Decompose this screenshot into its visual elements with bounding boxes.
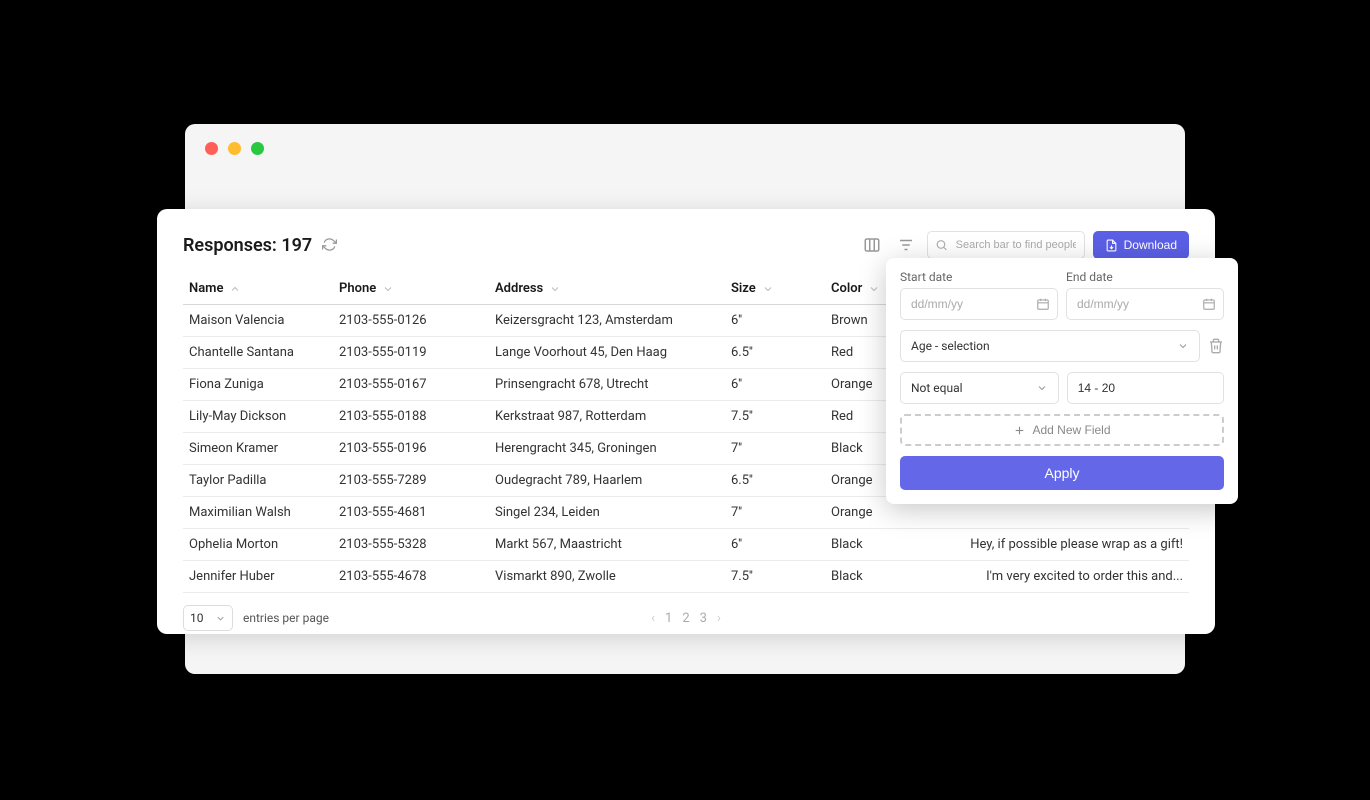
cell-phone: 2103-555-0188 [333,401,489,433]
cell-size: 7.5'' [725,401,825,433]
cell-name: Jennifer Huber [183,561,333,593]
cell-notes: I'm very excited to order this and... [925,561,1189,593]
end-date-label: End date [1066,270,1224,284]
browser-titlebar [185,124,1185,172]
filter-field-select[interactable]: Age - selection [900,330,1200,362]
cell-name: Simeon Kramer [183,433,333,465]
cell-phone: 2103-555-0167 [333,369,489,401]
filter-operator-select[interactable]: Not equal [900,372,1059,404]
chevron-down-icon [1177,340,1189,352]
cell-size: 6'' [725,305,825,337]
entries-per-page-select[interactable]: 10 [183,605,233,631]
window-minimize-icon[interactable] [228,142,241,155]
download-icon [1105,239,1118,252]
chevron-down-icon [215,613,226,624]
cell-address: Prinsengracht 678, Utrecht [489,369,725,401]
sort-asc-icon [229,283,241,295]
cell-address: Singel 234, Leiden [489,497,725,529]
cell-phone: 2103-555-4681 [333,497,489,529]
table-footer: 10 entries per page ‹ 1 2 3 › [183,605,1189,631]
start-date-input[interactable] [900,288,1058,320]
cell-address: Kerkstraat 987, Rotterdam [489,401,725,433]
window-maximize-icon[interactable] [251,142,264,155]
panel-header: Responses: 197 [183,231,1189,259]
cell-name: Maison Valencia [183,305,333,337]
cell-address: Oudegracht 789, Haarlem [489,465,725,497]
plus-icon [1013,424,1026,437]
sort-icon [762,283,774,295]
cell-phone: 2103-555-5328 [333,529,489,561]
download-button[interactable]: Download [1093,231,1189,259]
cell-name: Maximilian Walsh [183,497,333,529]
calendar-icon[interactable] [1202,297,1216,311]
cell-address: Herengracht 345, Groningen [489,433,725,465]
calendar-icon[interactable] [1036,297,1050,311]
sort-icon [382,283,394,295]
filter-icon[interactable] [893,232,919,258]
cell-size: 7'' [725,433,825,465]
cell-size: 6'' [725,369,825,401]
cell-address: Markt 567, Maastricht [489,529,725,561]
cell-name: Lily-May Dickson [183,401,333,433]
cell-notes: Hey, if possible please wrap as a gift! [925,529,1189,561]
column-header-phone[interactable]: Phone [339,281,483,296]
cell-phone: 2103-555-4678 [333,561,489,593]
cell-phone: 2103-555-0126 [333,305,489,337]
search-input[interactable] [927,231,1085,259]
columns-icon[interactable] [859,232,885,258]
end-date-input[interactable] [1066,288,1224,320]
cell-size: 6.5'' [725,337,825,369]
cell-name: Fiona Zuniga [183,369,333,401]
column-header-name[interactable]: Name [189,281,327,296]
cell-color: Black [825,561,925,593]
window-close-icon[interactable] [205,142,218,155]
sort-icon [868,283,880,295]
cell-name: Chantelle Santana [183,337,333,369]
cell-address: Vismarkt 890, Zwolle [489,561,725,593]
cell-phone: 2103-555-7289 [333,465,489,497]
table-row[interactable]: Ophelia Morton2103-555-5328Markt 567, Ma… [183,529,1189,561]
cell-color: Black [825,529,925,561]
cell-address: Lange Voorhout 45, Den Haag [489,337,725,369]
column-header-address[interactable]: Address [495,281,719,296]
pagination-page[interactable]: 1 [665,611,672,626]
cell-phone: 2103-555-0196 [333,433,489,465]
trash-icon[interactable] [1208,338,1224,354]
start-date-label: Start date [900,270,1058,284]
pagination-next-icon[interactable]: › [717,611,721,626]
cell-size: 6.5'' [725,465,825,497]
cell-size: 7.5'' [725,561,825,593]
column-header-size[interactable]: Size [731,281,819,296]
cell-address: Keizersgracht 123, Amsterdam [489,305,725,337]
filter-value-input[interactable] [1067,372,1224,404]
cell-size: 6'' [725,529,825,561]
search-icon [935,239,948,252]
table-row[interactable]: Jennifer Huber2103-555-4678Vismarkt 890,… [183,561,1189,593]
filter-popover: Start date End date Age - selection [886,258,1238,504]
pagination: ‹ 1 2 3 › [651,611,721,626]
cell-name: Taylor Padilla [183,465,333,497]
chevron-down-icon [1036,382,1048,394]
entries-label: entries per page [243,611,329,625]
refresh-icon[interactable] [322,237,338,253]
panel-title: Responses: 197 [183,235,312,256]
cell-phone: 2103-555-0119 [333,337,489,369]
pagination-prev-icon[interactable]: ‹ [651,611,655,626]
add-field-button[interactable]: Add New Field [900,414,1224,446]
cell-name: Ophelia Morton [183,529,333,561]
apply-button[interactable]: Apply [900,456,1224,490]
cell-size: 7'' [725,497,825,529]
sort-icon [549,283,561,295]
pagination-page[interactable]: 2 [682,611,689,626]
pagination-page[interactable]: 3 [700,611,707,626]
